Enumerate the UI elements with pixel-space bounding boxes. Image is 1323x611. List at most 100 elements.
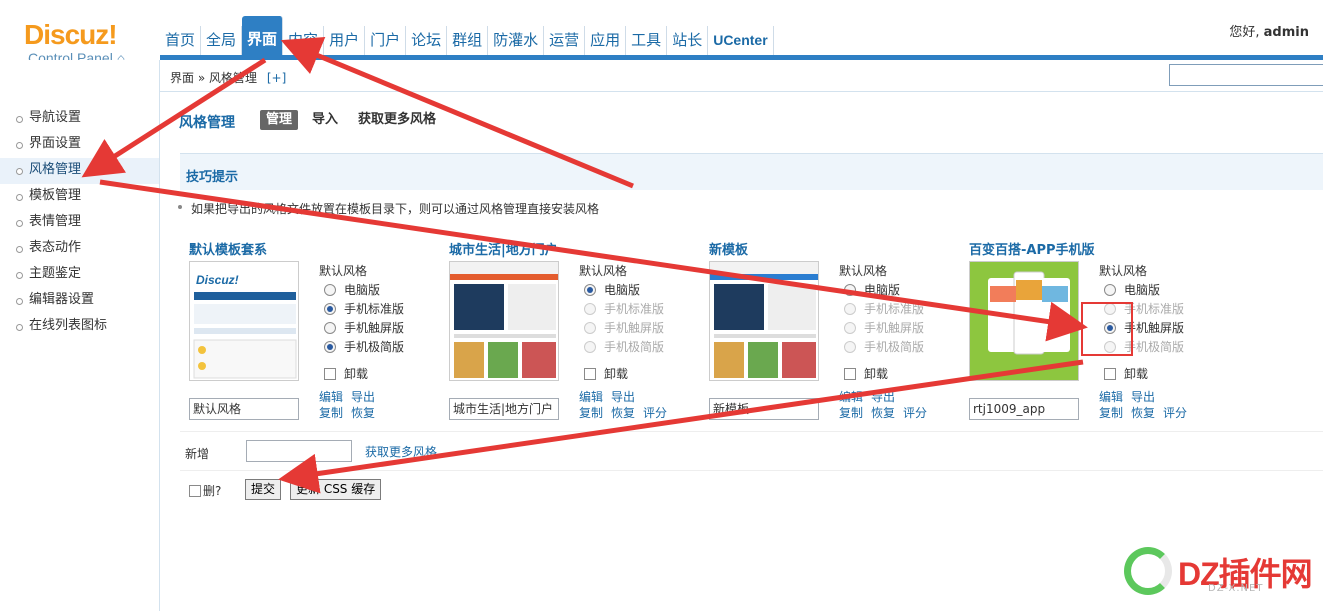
- style-name-input[interactable]: 默认风格: [189, 398, 299, 420]
- style-action-link[interactable]: 恢复: [871, 406, 895, 420]
- radio-button[interactable]: [844, 283, 856, 296]
- style-action-link[interactable]: 编辑: [579, 390, 603, 404]
- nav-tab[interactable]: 论坛: [406, 26, 448, 56]
- radio-button[interactable]: [584, 283, 596, 296]
- nav-tab[interactable]: 运营: [544, 26, 586, 56]
- style-action-link[interactable]: 恢复: [1131, 406, 1155, 420]
- style-action-link[interactable]: 导出: [351, 390, 375, 404]
- nav-tab[interactable]: 站长: [667, 26, 709, 56]
- username-link[interactable]: admin: [1264, 25, 1309, 40]
- style-option[interactable]: 手机标准版: [319, 299, 449, 318]
- nav-tab[interactable]: 防灌水: [488, 26, 545, 56]
- sub-tab[interactable]: 管理: [260, 110, 299, 130]
- nav-tab[interactable]: 用户: [324, 26, 366, 56]
- uninstall-checkbox[interactable]: [844, 367, 856, 380]
- nav-tab[interactable]: 工具: [626, 26, 668, 56]
- style-option[interactable]: 电脑版: [839, 280, 969, 299]
- style-action-link[interactable]: 复制: [579, 406, 603, 420]
- style-action-link[interactable]: 复制: [839, 406, 863, 420]
- nav-tab[interactable]: UCenter: [708, 26, 774, 56]
- style-action-link[interactable]: 导出: [611, 390, 635, 404]
- top-nav: 首页 全局 界面 内容 用户 门户 论坛 群组 防灌水 运营 应用 工具 站长 UCenter: [160, 14, 774, 56]
- style-card: 新模板 默认风格 电脑版 手机标准版 手机触屏版 手机极简版 卸载 新模板 编辑 导出 复制 恢复 评分: [709, 239, 969, 424]
- sub-tab[interactable]: 导入: [306, 110, 344, 130]
- breadcrumb-root[interactable]: 界面: [170, 71, 194, 85]
- style-action-link[interactable]: 编辑: [1099, 390, 1123, 404]
- style-action-link[interactable]: 编辑: [839, 390, 863, 404]
- style-title[interactable]: 城市生活|地方门户: [449, 239, 558, 258]
- uninstall-checkbox[interactable]: [324, 367, 336, 380]
- watermark-small-text: DZ-X.NET: [1208, 583, 1264, 594]
- style-title[interactable]: 默认模板套系: [189, 239, 267, 258]
- style-option[interactable]: 电脑版: [319, 280, 449, 299]
- submit-button[interactable]: 提交: [245, 479, 282, 500]
- style-options: 默认风格 电脑版 手机标准版 手机触屏版 手机极简版 卸载: [319, 262, 449, 382]
- sidebar-item[interactable]: 主题鉴定: [0, 262, 159, 288]
- style-action-link[interactable]: 复制: [1099, 406, 1123, 420]
- uninstall-option[interactable]: 卸载: [839, 365, 969, 382]
- style-option[interactable]: 手机触屏版: [319, 318, 449, 337]
- nav-tab[interactable]: 门户: [365, 26, 407, 56]
- radio-button[interactable]: [324, 283, 336, 296]
- add-shortcut-link[interactable]: [+]: [267, 71, 286, 85]
- uninstall-option[interactable]: 卸载: [1099, 365, 1229, 382]
- get-more-styles-link[interactable]: 获取更多风格: [365, 443, 437, 460]
- sidebar-item[interactable]: 编辑器设置: [0, 288, 159, 314]
- style-option[interactable]: 电脑版: [579, 280, 709, 299]
- new-style-input[interactable]: [246, 440, 352, 462]
- delete-toggle[interactable]: 删?: [189, 482, 221, 499]
- sidebar-item[interactable]: 表态动作: [0, 236, 159, 262]
- radio-button[interactable]: [1104, 283, 1116, 296]
- style-actions: 编辑 导出 复制 恢复: [319, 389, 449, 421]
- update-css-cache-button[interactable]: 更新 CSS 缓存: [290, 479, 382, 500]
- uninstall-checkbox[interactable]: [584, 367, 596, 380]
- style-action-link[interactable]: 评分: [643, 406, 667, 420]
- sidebar-item[interactable]: 表情管理: [0, 210, 159, 236]
- sidebar-item[interactable]: 模板管理: [0, 184, 159, 210]
- radio-button[interactable]: [324, 302, 336, 315]
- sub-tab[interactable]: 获取更多风格: [352, 110, 442, 130]
- style-name-input[interactable]: rtj1009_app: [969, 398, 1079, 420]
- style-action-link[interactable]: 导出: [1131, 390, 1155, 404]
- radio-button[interactable]: [324, 340, 336, 353]
- svg-text:Discuz!: Discuz!: [196, 273, 239, 287]
- style-action-link[interactable]: 编辑: [319, 390, 343, 404]
- style-option[interactable]: 手机极简版: [319, 337, 449, 356]
- uninstall-checkbox[interactable]: [1104, 367, 1116, 380]
- search-input[interactable]: [1169, 64, 1323, 86]
- style-action-link[interactable]: 评分: [903, 406, 927, 420]
- style-action-link[interactable]: 导出: [871, 390, 895, 404]
- style-option[interactable]: 电脑版: [1099, 280, 1229, 299]
- nav-tab[interactable]: 应用: [585, 26, 627, 56]
- delete-checkbox[interactable]: [189, 484, 201, 497]
- style-title[interactable]: 百变百搭-APP手机版: [969, 239, 1095, 258]
- sidebar-item[interactable]: 风格管理: [0, 158, 159, 184]
- radio-button[interactable]: [324, 321, 336, 334]
- style-options: 默认风格 电脑版 手机标准版 手机触屏版 手机极简版 卸载: [1099, 262, 1229, 382]
- style-action-link[interactable]: 评分: [1163, 406, 1187, 420]
- sidebar: 导航设置 界面设置 风格管理 模板管理 表情管理 表态动作 主题鉴定 编辑器设置 在线列表图标: [0, 60, 160, 611]
- style-option[interactable]: 手机触屏版: [1099, 318, 1229, 337]
- style-action-link[interactable]: 恢复: [351, 406, 375, 420]
- nav-tab[interactable]: 首页: [160, 26, 202, 56]
- nav-tab[interactable]: 界面: [242, 16, 284, 56]
- style-name-input[interactable]: 城市生活|地方门户: [449, 398, 559, 420]
- style-action-link[interactable]: 恢复: [611, 406, 635, 420]
- style-option: 手机标准版: [1099, 299, 1229, 318]
- watermark-logo-icon: [1124, 547, 1172, 595]
- sidebar-item[interactable]: 导航设置: [0, 106, 159, 132]
- nav-tab[interactable]: 内容: [283, 26, 325, 56]
- uninstall-option[interactable]: 卸载: [319, 365, 449, 382]
- uninstall-option[interactable]: 卸载: [579, 365, 709, 382]
- style-card: 默认模板套系 Discuz! 默认风格 电脑版 手机标准版 手机触屏版 手机极简版 卸载 默认风…: [189, 239, 449, 424]
- radio-button: [584, 340, 596, 353]
- nav-tab[interactable]: 全局: [201, 26, 243, 56]
- sidebar-item[interactable]: 在线列表图标: [0, 314, 159, 340]
- nav-tab[interactable]: 群组: [447, 26, 489, 56]
- style-title[interactable]: 新模板: [709, 239, 748, 258]
- style-action-link[interactable]: 复制: [319, 406, 343, 420]
- header: Discuz! Control Panel ⌂ 首页 全局 界面 内容 用户 门户 论坛 群组…: [0, 0, 1323, 66]
- style-name-input[interactable]: 新模板: [709, 398, 819, 420]
- radio-button[interactable]: [1104, 321, 1116, 334]
- sidebar-item[interactable]: 界面设置: [0, 132, 159, 158]
